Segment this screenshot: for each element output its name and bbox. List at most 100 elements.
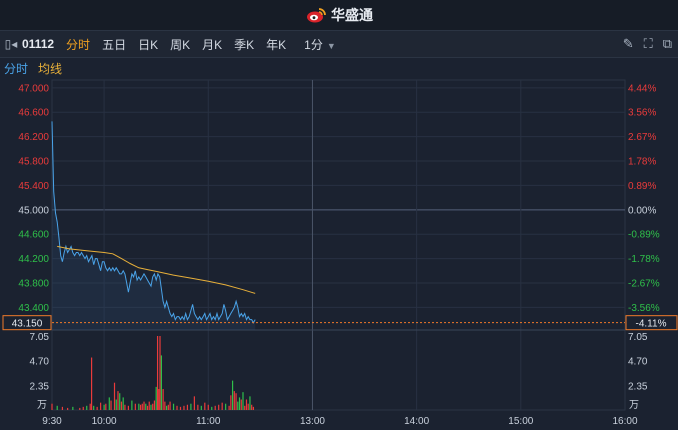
volume-tick-label-right: 7.05 bbox=[628, 332, 648, 343]
legend-price: 分时 bbox=[4, 61, 29, 76]
volume-bar bbox=[245, 399, 248, 410]
intraday-chart[interactable]: 47.000 4.44% 46.600 3.56% 46.200 2.67% 45.800 1… bbox=[0, 78, 678, 430]
volume-bar bbox=[238, 397, 241, 410]
weibo-logo-icon bbox=[307, 8, 326, 23]
volume-bar bbox=[145, 403, 147, 410]
volume-bar bbox=[160, 355, 162, 410]
y-tick-label: 45.800 bbox=[18, 157, 49, 168]
volume-bar bbox=[103, 404, 105, 410]
volume-bar bbox=[221, 402, 223, 410]
volume-bar bbox=[148, 401, 150, 410]
y-tick-label-right: 3.56% bbox=[628, 108, 656, 119]
tab-five-day[interactable]: 五日 bbox=[102, 36, 126, 53]
volume-bar bbox=[79, 407, 81, 410]
volume-tick-label: 4.70 bbox=[30, 357, 50, 368]
volume-bar bbox=[228, 405, 230, 410]
volume-bar bbox=[115, 399, 117, 410]
chart-frame bbox=[51, 79, 626, 411]
volume-bar bbox=[207, 404, 209, 410]
tab-intraday[interactable]: 分时 bbox=[66, 36, 90, 53]
volume-bar bbox=[167, 404, 169, 410]
y-tick-label-right: -0.89% bbox=[628, 230, 660, 241]
volume-bar bbox=[119, 393, 121, 410]
volume-bar bbox=[105, 403, 107, 410]
volume-bar bbox=[230, 395, 232, 410]
tab-yearly-k[interactable]: 年K bbox=[266, 36, 286, 53]
y-tick-label: 45.000 bbox=[18, 205, 49, 216]
volume-unit-label-right: 万 bbox=[629, 400, 639, 411]
volume-tick-label: 2.35 bbox=[30, 381, 50, 392]
volume-bar bbox=[51, 403, 53, 410]
tab-quarterly-k[interactable]: 季K bbox=[234, 36, 254, 53]
brand-logo: 华盛通 bbox=[305, 5, 373, 25]
volume-tick-label: 7.05 bbox=[30, 332, 50, 343]
pen-icon[interactable]: ✎ bbox=[623, 36, 634, 52]
volume-bar bbox=[117, 391, 119, 410]
tab-daily-k[interactable]: 日K bbox=[138, 36, 158, 53]
tab-weekly-k[interactable]: 周K bbox=[170, 36, 190, 53]
volume-bar bbox=[197, 404, 199, 410]
tab-monthly-k[interactable]: 月K bbox=[202, 36, 222, 53]
volume-bar bbox=[225, 403, 227, 410]
period-select[interactable]: 1分 ▼ bbox=[304, 36, 336, 53]
volume-bar bbox=[252, 406, 255, 410]
volume-bar bbox=[179, 406, 182, 410]
legend-average: 均线 bbox=[38, 61, 63, 76]
volume-bar bbox=[120, 401, 123, 410]
volume-bar bbox=[131, 400, 133, 410]
x-tick-label: 15:00 bbox=[508, 416, 533, 427]
volume-bar bbox=[176, 405, 178, 410]
sidebar-toggle-icon[interactable]: ▯◂ bbox=[0, 37, 22, 51]
volume-bar bbox=[204, 402, 206, 410]
popout-icon[interactable]: ⧉ bbox=[663, 36, 672, 52]
y-tick-label: 44.200 bbox=[18, 254, 49, 265]
volume-bar bbox=[82, 406, 84, 410]
y-tick-label: 45.400 bbox=[18, 181, 49, 192]
price-area bbox=[52, 121, 256, 331]
volume-bar bbox=[61, 406, 64, 410]
volume-bar bbox=[93, 405, 95, 410]
volume-bar bbox=[152, 403, 154, 410]
volume-tick-label-right: 4.70 bbox=[628, 357, 648, 368]
volume-bar bbox=[166, 405, 168, 410]
volume-bar bbox=[153, 400, 156, 410]
volume-bar bbox=[138, 403, 140, 410]
volume-tick-label-right: 2.35 bbox=[628, 381, 648, 392]
chart-legend: 分时 均线 bbox=[0, 58, 678, 78]
y-tick-label-right: 0.00% bbox=[628, 205, 656, 216]
volume-bar bbox=[72, 406, 74, 410]
volume-bar bbox=[235, 393, 237, 410]
volume-bar bbox=[110, 400, 112, 410]
period-value: 1分 bbox=[304, 37, 323, 52]
volume-bar bbox=[108, 397, 110, 410]
volume-bar bbox=[150, 404, 152, 410]
y-tick-label: 46.600 bbox=[18, 108, 49, 119]
current-price-label: 43.150 bbox=[12, 319, 43, 330]
volume-bar bbox=[237, 401, 239, 410]
x-tick-label: 10:00 bbox=[92, 416, 117, 427]
x-tick-label: 13:00 bbox=[300, 416, 325, 427]
volume-bar bbox=[249, 396, 251, 410]
volume-bar bbox=[127, 405, 129, 410]
volume-bar bbox=[96, 406, 98, 410]
volume-bar bbox=[139, 404, 142, 410]
volume-bar bbox=[183, 405, 185, 410]
volume-bar bbox=[233, 391, 235, 410]
y-tick-label: 43.400 bbox=[18, 303, 49, 314]
volume-bar bbox=[158, 389, 160, 410]
volume-bar bbox=[100, 402, 102, 410]
x-tick-label: 9:30 bbox=[42, 416, 62, 427]
volume-bar bbox=[231, 380, 234, 410]
volume-bar bbox=[172, 403, 175, 410]
volume-bar bbox=[218, 404, 220, 410]
volume-bar bbox=[242, 392, 244, 410]
y-tick-label-right: -2.67% bbox=[628, 279, 660, 290]
y-tick-label-right: 2.67% bbox=[628, 132, 656, 143]
toolbar-actions: ✎ ⛶ ⧉ bbox=[623, 36, 672, 52]
volume-bar bbox=[113, 382, 116, 410]
volume-bar bbox=[244, 405, 246, 410]
y-tick-label: 46.200 bbox=[18, 132, 49, 143]
app-title: 华盛通 bbox=[331, 7, 373, 23]
volume-bar bbox=[89, 403, 91, 410]
fullscreen-icon[interactable]: ⛶ bbox=[644, 36, 653, 52]
